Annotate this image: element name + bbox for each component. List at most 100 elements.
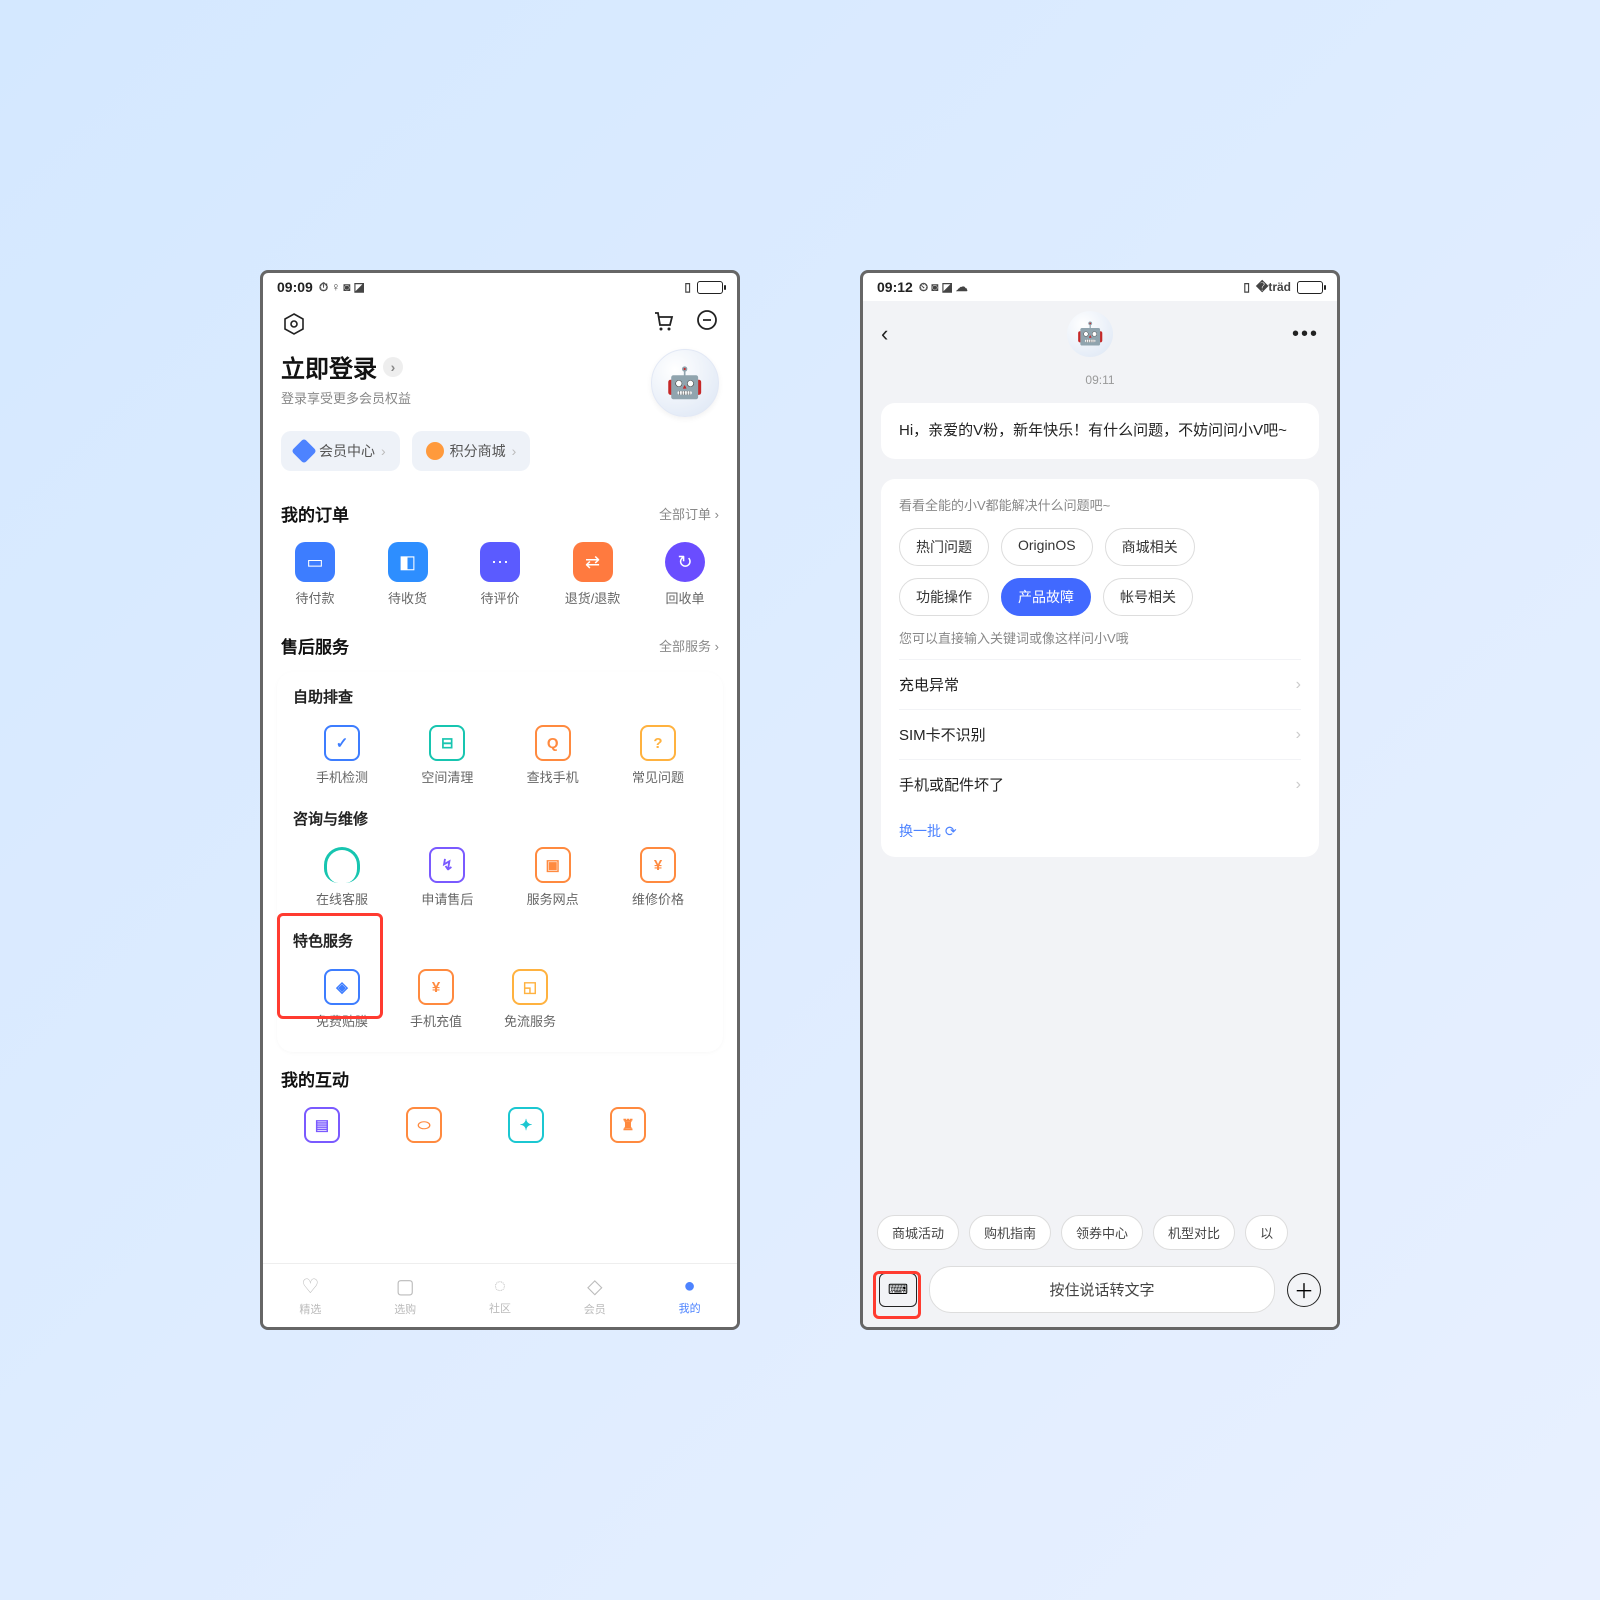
tab-featured[interactable]: ♡精选	[299, 1274, 321, 1317]
interact-4[interactable]: ♜	[585, 1107, 671, 1143]
status-bar-2: 09:12 ⏲◙◪☁ ▯ �träd	[863, 273, 1337, 301]
settings-hex-icon[interactable]	[281, 311, 307, 337]
phone-check[interactable]: ✓手机检测	[299, 725, 385, 786]
note-icon: ▤	[304, 1107, 340, 1143]
login-subtitle: 登录享受更多会员权益	[281, 388, 411, 407]
phone-topup[interactable]: ¥手机充值	[393, 969, 479, 1030]
voice-input-button[interactable]: 按住说话转文字	[929, 1266, 1275, 1313]
quick-coupon[interactable]: 领券中心	[1061, 1215, 1143, 1250]
orders-section-header: 我的订单 全部订单 ›	[263, 487, 737, 532]
question-charging[interactable]: 充电异常›	[899, 659, 1301, 709]
order-pending-pay[interactable]: ▭待付款	[279, 542, 351, 607]
wrench-icon: ↯	[429, 847, 465, 883]
interact-1[interactable]: ▤	[279, 1107, 365, 1143]
interact-2[interactable]: ⬭	[381, 1107, 467, 1143]
order-refund[interactable]: ⇄退货/退款	[557, 542, 629, 607]
tab-shop[interactable]: ▢选购	[394, 1274, 416, 1317]
chat-icon[interactable]	[695, 309, 719, 339]
chip-row-1: 热门问题 OriginOS 商城相关	[899, 528, 1301, 566]
quick-compare[interactable]: 机型对比	[1153, 1215, 1235, 1250]
question-icon: ?	[640, 725, 676, 761]
shield-icon: ✓	[324, 725, 360, 761]
keyboard-toggle-icon[interactable]: ⌨	[879, 1273, 917, 1307]
chip-originos[interactable]: OriginOS	[1001, 528, 1093, 566]
search-icon: Q	[535, 725, 571, 761]
special-row: ◈免费贴膜 ¥手机充值 ◱免流服务	[283, 959, 717, 1042]
battery-icon-2	[1297, 281, 1323, 294]
apply-aftersales[interactable]: ↯申请售后	[404, 847, 490, 908]
clip-icon: ⬭	[406, 1107, 442, 1143]
status-bar: 09:09 ⏱♀◙◪ ▯	[263, 273, 737, 301]
login-title-text: 立即登录	[281, 349, 377, 384]
avatar-bot-icon[interactable]: 🤖	[651, 349, 719, 417]
status-time-2: 09:12	[877, 279, 913, 295]
chip-mall[interactable]: 商城相关	[1105, 528, 1195, 566]
order-pending-receive[interactable]: ◧待收货	[372, 542, 444, 607]
package-icon: ◧	[388, 542, 428, 582]
faq[interactable]: ?常见问题	[615, 725, 701, 786]
orders-row: ▭待付款 ◧待收货 ⋯待评价 ⇄退货/退款 ↻回收单	[263, 532, 737, 619]
question-broken[interactable]: 手机或配件坏了›	[899, 759, 1301, 809]
data-icon: ◱	[512, 969, 548, 1005]
chat-avatar-icon: 🤖	[1067, 311, 1113, 357]
chip-hot[interactable]: 热门问题	[899, 528, 989, 566]
quick-guide[interactable]: 购机指南	[969, 1215, 1051, 1250]
storage-clean[interactable]: ⊟空间清理	[404, 725, 490, 786]
tab-member[interactable]: ◇会员	[584, 1274, 606, 1317]
chevron-right-icon: ›	[1296, 726, 1301, 744]
headset-icon	[324, 847, 360, 883]
yen-icon: ¥	[418, 969, 454, 1005]
selfcheck-title: 自助排查	[283, 686, 717, 707]
more-button[interactable]: •••	[1292, 323, 1319, 346]
chevron-right-icon: ›	[1296, 776, 1301, 794]
login-button[interactable]: 立即登录 ›	[281, 349, 411, 384]
chat-body: ‹ 🤖 ••• 09:11 Hi，亲爱的V粉，新年快乐！有什么问题，不妨问问小V…	[863, 301, 1337, 1327]
special-title: 特色服务	[283, 930, 717, 951]
price-icon: ¥	[640, 847, 676, 883]
question-sim[interactable]: SIM卡不识别›	[899, 709, 1301, 759]
find-phone[interactable]: Q查找手机	[510, 725, 596, 786]
recycle-icon: ↻	[665, 542, 705, 582]
panel-hint-2: 您可以直接输入关键词或像这样问小V哦	[899, 628, 1301, 647]
badge-icon: ✦	[508, 1107, 544, 1143]
after-all-link[interactable]: 全部服务 ›	[659, 636, 719, 655]
orders-title: 我的订单	[281, 501, 349, 526]
chip-account[interactable]: 帐号相关	[1103, 578, 1193, 616]
order-pending-review[interactable]: ⋯待评价	[464, 542, 536, 607]
panel-hint-1: 看看全能的小V都能解决什么问题吧~	[899, 495, 1301, 514]
tab-community[interactable]: ◌社区	[489, 1275, 511, 1316]
consult-title: 咨询与维修	[283, 808, 717, 829]
input-row: ⌨ 按住说话转文字 ＋	[863, 1260, 1337, 1313]
repair-price[interactable]: ¥维修价格	[615, 847, 701, 908]
points-mall-button[interactable]: 积分商城›	[412, 431, 531, 471]
face-icon: ●	[684, 1275, 696, 1298]
refresh-button[interactable]: 换一批 ⟳	[899, 809, 1301, 841]
chat-greeting-bubble: Hi，亲爱的V粉，新年快乐！有什么问题，不妨问问小V吧~	[881, 403, 1319, 459]
chevron-right-icon: ›	[383, 357, 403, 377]
status-time: 09:09	[277, 279, 313, 295]
tab-mine[interactable]: ●我的	[679, 1275, 701, 1316]
interact-section-header: 我的互动	[263, 1052, 737, 1097]
bubble-icon: ◌	[494, 1275, 506, 1298]
member-center-button[interactable]: 会员中心›	[281, 431, 400, 471]
interact-title: 我的互动	[281, 1066, 349, 1091]
phone-left: 09:09 ⏱♀◙◪ ▯ 立即登录 › 登录	[260, 270, 740, 1330]
quick-activity[interactable]: 商城活动	[877, 1215, 959, 1250]
quick-more[interactable]: 以	[1245, 1215, 1288, 1250]
orders-all-link[interactable]: 全部订单 ›	[659, 504, 719, 523]
chip-function[interactable]: 功能操作	[899, 578, 989, 616]
service-point[interactable]: ▣服务网点	[510, 847, 596, 908]
order-recycle[interactable]: ↻回收单	[649, 542, 721, 607]
add-attachment-icon[interactable]: ＋	[1287, 1273, 1321, 1307]
back-button[interactable]: ‹	[881, 321, 888, 347]
aftersales-card: 自助排查 ✓手机检测 ⊟空间清理 Q查找手机 ?常见问题 咨询与维修 在线客服 …	[277, 672, 723, 1052]
online-service[interactable]: 在线客服	[299, 847, 385, 908]
quick-row: 商城活动 购机指南 领券中心 机型对比 以	[863, 1205, 1337, 1260]
free-data[interactable]: ◱免流服务	[487, 969, 573, 1030]
free-film[interactable]: ◈免费贴膜	[299, 969, 385, 1030]
bottom-tabbar: ♡精选 ▢选购 ◌社区 ◇会员 ●我的	[263, 1263, 737, 1327]
chip-fault[interactable]: 产品故障	[1001, 578, 1091, 616]
suggestion-panel: 看看全能的小V都能解决什么问题吧~ 热门问题 OriginOS 商城相关 功能操…	[881, 479, 1319, 857]
interact-3[interactable]: ✦	[483, 1107, 569, 1143]
cart-icon[interactable]	[651, 309, 675, 339]
